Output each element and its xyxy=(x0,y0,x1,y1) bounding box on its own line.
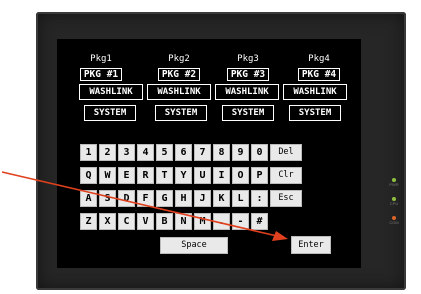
washlink-button-2[interactable]: WASHLINK xyxy=(147,84,211,100)
package-4: Pkg4 PKG #4 xyxy=(289,55,349,82)
package-1-caption: Pkg1 xyxy=(90,54,112,64)
key-u[interactable]: U xyxy=(194,167,211,184)
key-4[interactable]: 4 xyxy=(137,144,154,161)
key-1[interactable]: 1 xyxy=(80,144,97,161)
key-z[interactable]: Z xyxy=(80,213,97,230)
key-d[interactable]: D xyxy=(118,190,135,207)
key-5[interactable]: 5 xyxy=(156,144,173,161)
key-0[interactable]: 0 xyxy=(251,144,268,161)
package-1: Pkg1 PKG #1 xyxy=(71,55,131,82)
key-period[interactable]: . xyxy=(213,213,230,230)
package-3-button[interactable]: PKG #3 xyxy=(226,68,270,81)
package-3-caption: Pkg3 xyxy=(237,54,259,64)
key-y[interactable]: Y xyxy=(175,167,192,184)
cpu-led-label: CPU xyxy=(389,201,399,206)
key-r[interactable]: R xyxy=(137,167,154,184)
key-a[interactable]: A xyxy=(80,190,97,207)
system-button-2[interactable]: SYSTEM xyxy=(155,105,207,121)
package-2-caption: Pkg2 xyxy=(168,54,190,64)
key-h[interactable]: H xyxy=(175,190,192,207)
package-1-button[interactable]: PKG #1 xyxy=(79,68,123,81)
key-q[interactable]: Q xyxy=(80,167,97,184)
key-j[interactable]: J xyxy=(194,190,211,207)
package-3: Pkg3 PKG #3 xyxy=(218,55,278,82)
washlink-button-1[interactable]: WASHLINK xyxy=(79,84,143,100)
package-2-button[interactable]: PKG #2 xyxy=(157,68,201,81)
key-2[interactable]: 2 xyxy=(99,144,116,161)
key-v[interactable]: V xyxy=(137,213,154,230)
key-o[interactable]: O xyxy=(232,167,249,184)
washlink-button-4[interactable]: WASHLINK xyxy=(283,84,347,100)
key-i[interactable]: I xyxy=(213,167,230,184)
escape-key[interactable]: Esc xyxy=(270,190,302,207)
key-w[interactable]: W xyxy=(99,167,116,184)
key-s[interactable]: S xyxy=(99,190,116,207)
led-power: PWR xyxy=(387,178,401,187)
package-4-button[interactable]: PKG #4 xyxy=(297,68,341,81)
power-led-label: PWR xyxy=(389,182,399,187)
key-n[interactable]: N xyxy=(175,213,192,230)
clear-key[interactable]: Clr xyxy=(270,167,302,184)
system-button-4[interactable]: SYSTEM xyxy=(289,105,341,121)
led-cpu: CPU xyxy=(387,197,401,206)
key-l[interactable]: L xyxy=(232,190,249,207)
key-e[interactable]: E xyxy=(118,167,135,184)
key-colon[interactable]: : xyxy=(251,190,268,207)
key-c[interactable]: C xyxy=(118,213,135,230)
space-key[interactable]: Space xyxy=(160,237,228,254)
led-com: COM xyxy=(387,216,401,225)
key-3[interactable]: 3 xyxy=(118,144,135,161)
system-button-3[interactable]: SYSTEM xyxy=(222,105,274,121)
key-9[interactable]: 9 xyxy=(232,144,249,161)
key-x[interactable]: X xyxy=(99,213,116,230)
key-f[interactable]: F xyxy=(137,190,154,207)
key-7[interactable]: 7 xyxy=(194,144,211,161)
key-g[interactable]: G xyxy=(156,190,173,207)
washlink-button-3[interactable]: WASHLINK xyxy=(215,84,279,100)
delete-key[interactable]: Del xyxy=(270,144,302,161)
key-k[interactable]: K xyxy=(213,190,230,207)
key-m[interactable]: M xyxy=(194,213,211,230)
package-4-caption: Pkg4 xyxy=(308,54,330,64)
com-led-label: COM xyxy=(389,220,399,225)
key-t[interactable]: T xyxy=(156,167,173,184)
key-hash[interactable]: # xyxy=(251,213,268,230)
key-8[interactable]: 8 xyxy=(213,144,230,161)
enter-key[interactable]: Enter xyxy=(291,236,331,254)
system-button-1[interactable]: SYSTEM xyxy=(84,105,136,121)
package-2: Pkg2 PKG #2 xyxy=(149,55,209,82)
key-b[interactable]: B xyxy=(156,213,173,230)
key-6[interactable]: 6 xyxy=(175,144,192,161)
key-dash[interactable]: - xyxy=(232,213,249,230)
key-p[interactable]: P xyxy=(251,167,268,184)
